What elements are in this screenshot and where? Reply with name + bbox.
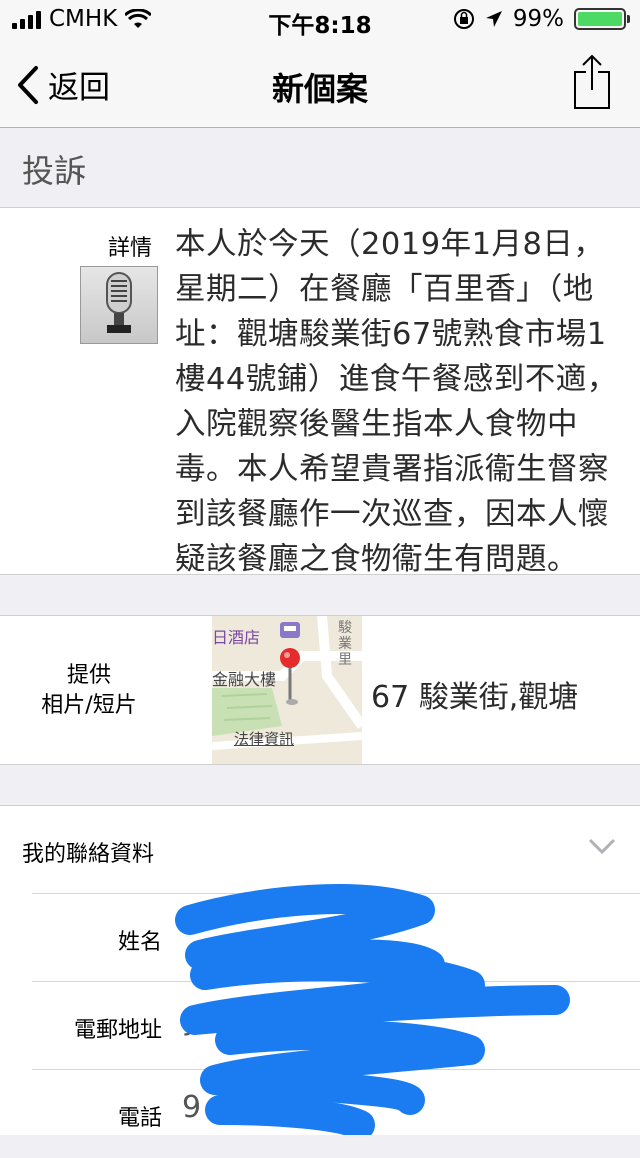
phone-field[interactable]: 9 [182, 1090, 201, 1125]
phone-label: 電話 [117, 1106, 162, 1131]
contact-header[interactable]: 我的聯絡資料 [22, 836, 154, 868]
email-label: 電郵地址 [73, 1018, 162, 1043]
contact-row-email[interactable]: 電郵地址 y .com [32, 981, 640, 1070]
spacer [0, 575, 640, 615]
battery-icon [574, 8, 630, 30]
email-field[interactable]: y .com [182, 1002, 283, 1037]
orientation-lock-icon [453, 9, 474, 29]
media-label-line1: 提供 [66, 663, 111, 688]
status-bar: CMHK 下午8:18 99% [0, 0, 640, 40]
contact-section: 我的聯絡資料 姓名 電郵地址 y .com 電話 9 [0, 805, 640, 1135]
name-label: 姓名 [117, 930, 162, 955]
location-arrow-icon [485, 11, 502, 27]
map-building-label: 金融大樓 [212, 670, 277, 689]
media-cell[interactable]: 提供 相片/短片 日酒店 金融大樓 駿業里 法律資訊 67 駿業街,觀塘 [0, 615, 640, 765]
map-legal-link[interactable]: 法律資訊 [234, 728, 294, 749]
details-text[interactable]: 本人於今天（2019年1月8日，星期二）在餐廳「百里香」（地址：觀塘駿業街67號… [175, 222, 625, 574]
media-label-line2: 相片/短片 [41, 693, 137, 718]
voice-input-button[interactable] [80, 266, 158, 344]
media-label[interactable]: 提供 相片/短片 [14, 661, 164, 721]
chevron-down-icon[interactable] [588, 838, 616, 856]
spacer [0, 765, 640, 805]
page-title: 新個案 [271, 70, 368, 108]
contact-row-name[interactable]: 姓名 [32, 893, 640, 982]
microphone-icon [106, 272, 132, 333]
share-button[interactable] [572, 54, 612, 114]
map-hotel-label: 日酒店 [212, 628, 261, 647]
details-cell[interactable]: 詳情 本人於今天（2019年1月8日，星期二）在餐廳「百里香」（地址：觀塘駿業街… [0, 208, 640, 575]
status-right: 99% [453, 6, 630, 32]
map-street-label: 駿業里 [338, 620, 352, 668]
share-icon [574, 54, 610, 109]
section-title: 投訴 [22, 152, 87, 190]
details-label: 詳情 [108, 236, 153, 261]
battery-percent: 99% [512, 6, 564, 32]
navigation-bar: 返回 新個案 [0, 40, 640, 128]
contact-row-phone[interactable]: 電話 9 [32, 1069, 640, 1158]
location-address: 67 駿業街,觀塘 [371, 680, 579, 715]
section-header: 投訴 [0, 128, 640, 208]
map-thumbnail[interactable]: 日酒店 金融大樓 駿業里 法律資訊 [212, 616, 362, 764]
